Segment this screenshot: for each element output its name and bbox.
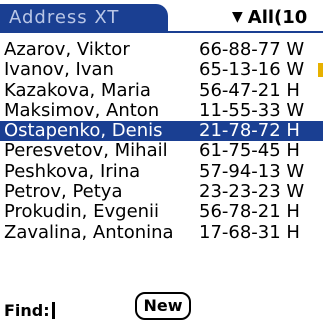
app-title-tab[interactable]: Address XT <box>0 4 168 32</box>
list-item[interactable]: Ivanov, Ivan 65-13-16 W <box>0 59 323 81</box>
list-item[interactable]: Azarov, Viktor 66-88-77 W <box>0 39 323 60</box>
contact-phone: 23-23-23 W <box>199 181 305 203</box>
find-field[interactable]: Find: <box>4 301 55 320</box>
contact-phone: 66-88-77 W <box>199 39 305 60</box>
contact-phone: 65-13-16 W <box>199 59 305 81</box>
contact-list: Azarov, Viktor 66-88-77 W Ivanov, Ivan 6… <box>0 39 323 243</box>
list-item[interactable]: Prokudin, Evgenii 56-78-21 H <box>0 201 323 223</box>
contact-phone: 56-47-21 H <box>199 79 300 101</box>
triangle-down-icon: ▼ <box>232 9 243 25</box>
new-button[interactable]: New <box>135 292 191 320</box>
contact-phone: 11-55-33 W <box>199 99 305 121</box>
contact-name: Ostapenko, Denis <box>4 120 163 142</box>
contact-name: Zavalina, Antonina <box>4 221 174 243</box>
contact-name: Kazakova, Maria <box>4 79 151 101</box>
app-title: Address XT <box>9 7 120 28</box>
list-item[interactable]: Kazakova, Maria 56-47-21 H <box>0 79 323 101</box>
list-item[interactable]: Peresvetov, Mihail 61-75-45 H <box>0 140 323 162</box>
title-divider <box>0 31 323 33</box>
list-item[interactable]: Peshkova, Irina 57-94-13 W <box>0 160 323 182</box>
contact-phone: 57-94-13 W <box>199 160 305 182</box>
contact-phone: 21-78-72 H <box>199 120 300 142</box>
contact-name: Peresvetov, Mihail <box>4 140 168 162</box>
category-selector[interactable]: ▼ All(10 <box>232 5 307 29</box>
contact-name: Peshkova, Irina <box>4 160 141 182</box>
list-item-selected[interactable]: Ostapenko, Denis 21-78-72 H <box>0 120 323 142</box>
contact-phone: 17-68-31 H <box>199 221 300 243</box>
contact-phone: 56-78-21 H <box>199 201 300 223</box>
scroll-indicator[interactable] <box>318 63 323 78</box>
contact-name: Ivanov, Ivan <box>4 59 114 81</box>
list-item[interactable]: Petrov, Petya 23-23-23 W <box>0 181 323 203</box>
contact-name: Petrov, Petya <box>4 181 123 203</box>
find-label: Find: <box>4 301 50 320</box>
contact-name: Prokudin, Evgenii <box>4 201 160 223</box>
contact-name: Azarov, Viktor <box>4 39 130 60</box>
category-label: All(10 <box>247 6 308 28</box>
contact-name: Maksimov, Anton <box>4 99 160 121</box>
title-bar: Address XT ▼ All(10 <box>0 0 323 36</box>
text-cursor <box>51 302 55 319</box>
contact-phone: 61-75-45 H <box>199 140 300 162</box>
list-item[interactable]: Maksimov, Anton 11-55-33 W <box>0 99 323 121</box>
list-item[interactable]: Zavalina, Antonina 17-68-31 H <box>0 221 323 243</box>
